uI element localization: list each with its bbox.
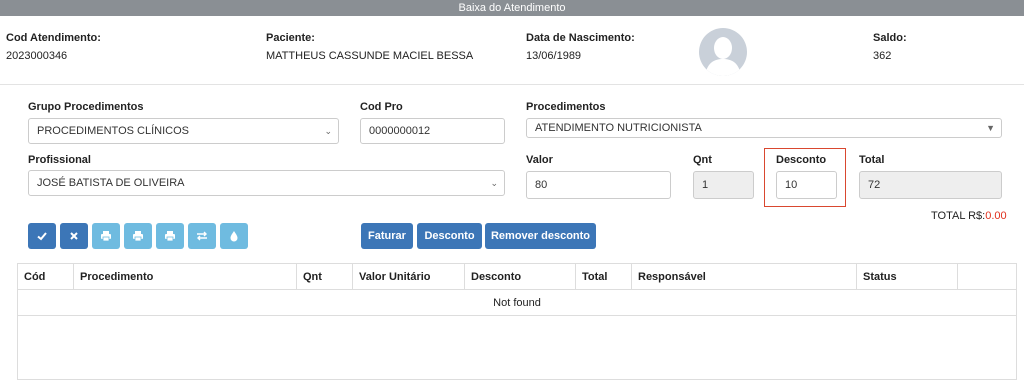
grupo-procedimentos-label: Grupo Procedimentos <box>28 101 144 113</box>
col-actions <box>958 264 1016 290</box>
grupo-procedimentos-select[interactable]: PROCEDIMENTOS CLÍNICOS ⌄ <box>28 118 339 144</box>
total-rs-value: 0.00 <box>985 210 1007 222</box>
print-icon <box>101 231 111 242</box>
col-status: Status <box>857 264 958 290</box>
patient-info: Cod Atendimento: 2023000346 Paciente: MA… <box>0 16 1024 84</box>
print-button-3[interactable] <box>156 223 184 249</box>
chevron-down-icon: ⌄ <box>490 178 498 188</box>
avatar <box>699 28 747 76</box>
print-button-1[interactable] <box>92 223 120 249</box>
print-icon <box>133 231 143 242</box>
cod-pro-input[interactable]: 0000000012 <box>360 118 505 144</box>
check-icon <box>37 232 47 241</box>
procedimentos-select[interactable]: ATENDIMENTO NUTRICIONISTA ▼ <box>526 118 1002 138</box>
procedimentos-value: ATENDIMENTO NUTRICIONISTA <box>535 122 702 134</box>
profissional-select[interactable]: JOSÉ BATISTA DE OLIVEIRA ⌄ <box>28 170 505 196</box>
print-icon <box>165 231 175 242</box>
procedimentos-label: Procedimentos <box>526 101 606 113</box>
close-icon <box>70 232 78 240</box>
desconto-input[interactable]: 10 <box>776 171 837 199</box>
transfer-button[interactable] <box>188 223 216 249</box>
saldo-label: Saldo: <box>873 32 907 44</box>
profissional-value: JOSÉ BATISTA DE OLIVEIRA <box>37 177 185 189</box>
nascimento-value: 13/06/1989 <box>526 50 582 62</box>
table-header: Cód Procedimento Qnt Valor Unitário Desc… <box>18 264 1016 290</box>
drop-button[interactable] <box>220 223 248 249</box>
faturar-button[interactable]: Faturar <box>361 223 413 249</box>
saldo-value: 362 <box>873 50 892 62</box>
confirm-button[interactable] <box>28 223 56 249</box>
qnt-input: 1 <box>693 171 754 199</box>
remover-desconto-button[interactable]: Remover desconto <box>485 223 596 249</box>
divider <box>0 84 1024 85</box>
cod-pro-label: Cod Pro <box>360 101 403 113</box>
col-valor-unitario: Valor Unitário <box>353 264 465 290</box>
valor-input[interactable]: 80 <box>526 171 671 199</box>
grupo-procedimentos-value: PROCEDIMENTOS CLÍNICOS <box>37 125 189 137</box>
valor-label: Valor <box>526 154 553 166</box>
swap-icon <box>197 231 207 241</box>
cancel-button[interactable] <box>60 223 88 249</box>
window-title: Baixa do Atendimento <box>0 0 1024 16</box>
cod-atendimento-label: Cod Atendimento: <box>6 32 101 44</box>
col-qnt: Qnt <box>297 264 353 290</box>
chevron-down-icon: ⌄ <box>324 126 332 136</box>
desconto-label: Desconto <box>776 154 827 166</box>
caret-down-icon: ▼ <box>986 123 995 133</box>
desconto-button[interactable]: Desconto <box>417 223 482 249</box>
qnt-label: Qnt <box>693 154 712 166</box>
col-responsavel: Responsável <box>632 264 857 290</box>
drop-icon <box>230 231 238 242</box>
total-rs-label: TOTAL R$: <box>931 210 986 222</box>
total-rs: TOTAL R$:0.00 <box>931 210 1007 222</box>
paciente-label: Paciente: <box>266 32 315 44</box>
profissional-label: Profissional <box>28 154 91 166</box>
col-procedimento: Procedimento <box>74 264 297 290</box>
col-total: Total <box>576 264 632 290</box>
col-desconto: Desconto <box>465 264 576 290</box>
nascimento-label: Data de Nascimento: <box>526 32 635 44</box>
cod-atendimento-value: 2023000346 <box>6 50 68 62</box>
col-cod: Cód <box>18 264 74 290</box>
total-input: 72 <box>859 171 1002 199</box>
table-empty-row: Not found <box>18 290 1016 316</box>
procedures-table: Cód Procedimento Qnt Valor Unitário Desc… <box>17 263 1017 380</box>
total-label: Total <box>859 154 885 166</box>
print-button-2[interactable] <box>124 223 152 249</box>
paciente-value: MATTHEUS CASSUNDE MACIEL BESSA <box>266 50 474 62</box>
user-silhouette-icon <box>705 37 741 76</box>
